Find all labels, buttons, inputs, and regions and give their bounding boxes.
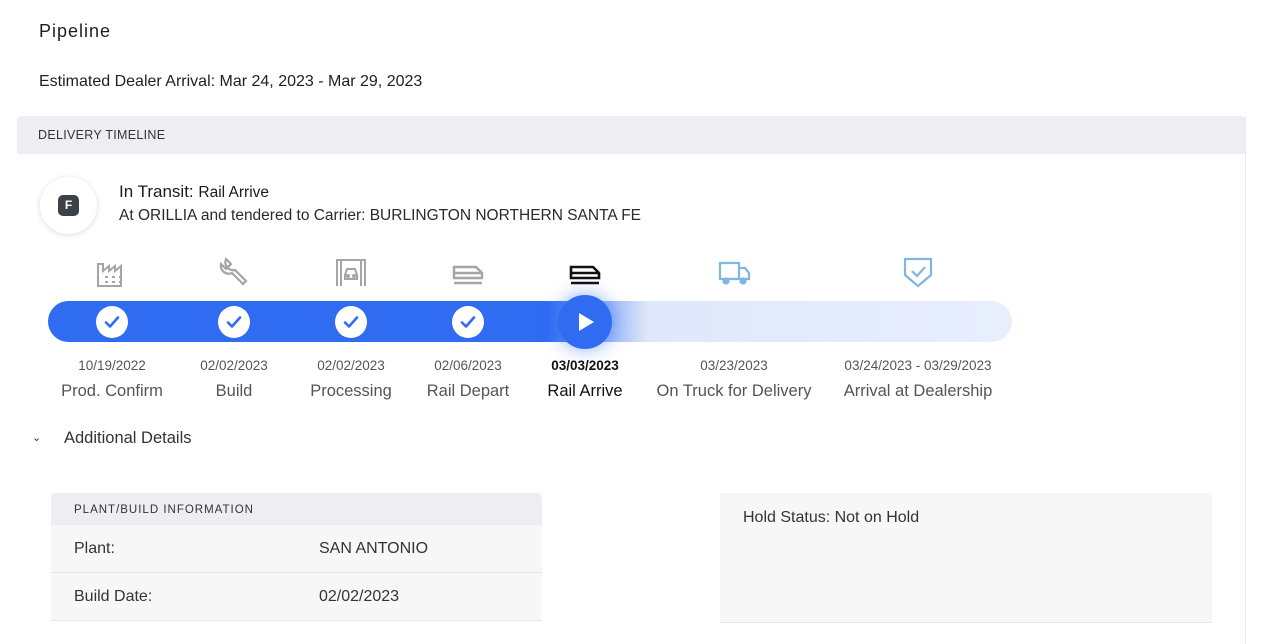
status-badge: F	[40, 177, 97, 234]
status-detail: At ORILLIA and tendered to Carrier: BURL…	[119, 207, 642, 224]
step-date: 02/02/2023	[200, 358, 268, 373]
page-title: Pipeline	[39, 21, 112, 41]
status-line: In Transit: Rail Arrive	[119, 182, 269, 202]
step-label: Build	[215, 382, 253, 400]
train-depart-icon	[452, 265, 484, 285]
info-row: Build Date: 02/02/2023	[51, 573, 542, 621]
step-label: On Truck for Delivery	[656, 382, 812, 400]
step-date: 02/02/2023	[317, 358, 385, 373]
info-value: SAN ANTONIO	[319, 540, 429, 557]
check-icon	[104, 316, 120, 328]
truck-icon	[718, 261, 751, 285]
processing-icon	[336, 259, 366, 286]
step-label-current: Rail Arrive	[547, 382, 623, 400]
step-label: Arrival at Dealership	[843, 382, 993, 400]
step-date-current: 03/03/2023	[551, 358, 619, 373]
additional-details-label: Additional Details	[64, 429, 192, 447]
step-date: 10/19/2022	[78, 358, 146, 373]
step-check-prod-confirm	[96, 306, 128, 338]
info-key: Build Date:	[74, 588, 153, 605]
check-icon	[343, 316, 359, 328]
check-icon	[226, 316, 242, 328]
play-icon	[579, 313, 594, 331]
status-stage: Rail Arrive	[198, 184, 270, 201]
factory-icon	[97, 263, 122, 287]
plant-build-info: PLANT/BUILD INFORMATION Plant: SAN ANTON…	[51, 493, 542, 621]
step-check-build	[218, 306, 250, 338]
info-row: Plant: SAN ANTONIO	[51, 525, 542, 573]
delivery-timeline-header: DELIVERY TIMELINE	[17, 116, 1245, 154]
step-date: 03/24/2023 - 03/29/2023	[844, 358, 992, 373]
step-date: 03/23/2023	[700, 358, 768, 373]
current-step-marker	[558, 295, 612, 349]
step-check-processing	[335, 306, 367, 338]
train-arrive-icon	[569, 265, 601, 285]
step-check-rail-depart	[452, 306, 484, 338]
hold-status-box: Hold Status: Not on Hold	[720, 493, 1212, 623]
delivery-timeline-card: DELIVERY TIMELINE F In Transit: Rail Arr…	[17, 116, 1246, 644]
info-key: Plant:	[74, 540, 115, 557]
shield-check-icon	[903, 257, 933, 288]
wrench-icon	[219, 257, 248, 286]
chevron-down-icon: ⌄	[32, 432, 42, 444]
step-label: Rail Depart	[426, 382, 510, 400]
step-label: Prod. Confirm	[61, 382, 163, 400]
progress-track	[48, 301, 1012, 342]
check-icon	[460, 316, 476, 328]
step-date: 02/06/2023	[434, 358, 502, 373]
badge-letter: F	[58, 195, 79, 216]
step-label: Processing	[310, 382, 392, 400]
info-value: 02/02/2023	[319, 588, 400, 605]
plant-build-header: PLANT/BUILD INFORMATION	[51, 493, 542, 525]
status-prefix: In Transit:	[119, 182, 194, 201]
estimated-arrival: Estimated Dealer Arrival: Mar 24, 2023 -…	[39, 73, 423, 90]
additional-details-toggle[interactable]: ⌄ Additional Details	[32, 429, 192, 448]
hold-status: Hold Status: Not on Hold	[743, 509, 920, 526]
